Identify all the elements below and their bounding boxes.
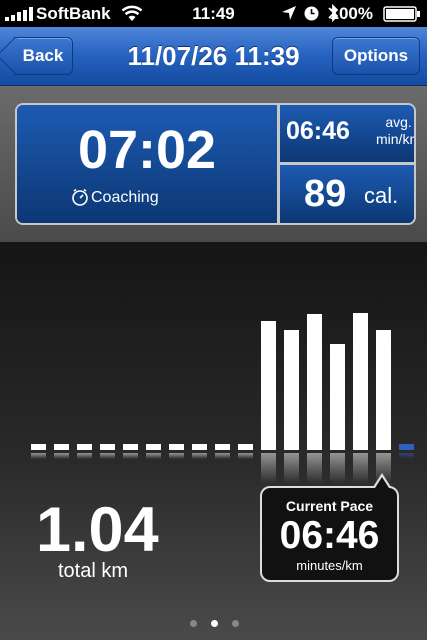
pace-bar — [123, 444, 138, 450]
pace-bar — [376, 330, 391, 450]
pace-bar — [146, 444, 161, 450]
pace-bar — [399, 444, 414, 450]
pace-bar-reflection — [146, 453, 161, 459]
calories-cell: 89 cal. — [280, 165, 414, 223]
duration-value: 07:02 — [77, 120, 217, 180]
options-button[interactable]: Options — [332, 37, 420, 75]
avg-pace-cell: 06:46 avg. min/km — [280, 105, 414, 162]
pace-bar — [54, 444, 69, 450]
pace-bar — [307, 314, 322, 450]
pace-bar — [169, 444, 184, 450]
avg-pace-value: 06:46 — [286, 117, 350, 145]
stopwatch-icon — [72, 188, 88, 206]
current-pace-bubble: Current Pace 06:46 minutes/km — [260, 473, 399, 582]
page-dot[interactable] — [190, 620, 197, 627]
summary-panel: 07:02 Coaching 06:46 avg. min/km 89 cal. — [15, 103, 416, 225]
pace-bar-reflection — [238, 453, 253, 459]
pace-bar-reflection — [192, 453, 207, 459]
navigation-bar: Back 11/07/26 11:39 Options — [0, 27, 427, 86]
page-indicator[interactable] — [190, 614, 253, 632]
pace-bar — [31, 444, 46, 450]
pace-bar — [238, 444, 253, 450]
pace-bar-reflection — [100, 453, 115, 459]
distance-value: 1.04 — [36, 495, 159, 565]
pace-bar — [77, 444, 92, 450]
pace-bar — [100, 444, 115, 450]
pace-bar — [284, 330, 299, 450]
battery-icon — [383, 6, 420, 22]
pace-bar-reflection — [123, 453, 138, 459]
pace-bar — [330, 344, 345, 450]
status-bar: SoftBank 11:49 100% — [0, 0, 427, 27]
page-dot[interactable] — [211, 620, 218, 627]
avg-pace-unit-line1: avg. — [385, 114, 412, 130]
pace-bar-reflection — [54, 453, 69, 459]
pace-bar — [353, 313, 368, 450]
back-button-label: Back — [22, 46, 64, 65]
location-arrow-icon — [282, 6, 296, 20]
pace-bar-reflection — [330, 453, 345, 483]
pace-bar-reflection — [261, 453, 276, 483]
avg-pace-unit: avg. min/km — [376, 114, 414, 148]
calories-value: 89 — [304, 173, 347, 215]
battery-percentage: 100% — [329, 4, 373, 23]
distance-label: total km — [58, 560, 129, 582]
panel-divider — [280, 162, 414, 165]
pace-bar-reflection — [77, 453, 92, 459]
pace-bar-reflection — [215, 453, 230, 459]
avg-pace-unit-line2: min/km — [376, 131, 414, 147]
pace-bar-reflection — [353, 453, 368, 483]
pace-bar-reflection — [307, 453, 322, 483]
current-pace-value: 06:46 — [279, 514, 380, 557]
duration-cell: 07:02 Coaching — [17, 105, 277, 223]
pace-bar-reflection — [169, 453, 184, 459]
calories-unit: cal. — [364, 183, 399, 208]
pace-bar-reflection — [31, 453, 46, 459]
current-pace-title: Current Pace — [285, 498, 374, 514]
pace-bar — [261, 321, 276, 450]
coaching-label: Coaching — [91, 189, 159, 206]
alarm-clock-icon — [304, 6, 319, 21]
page-dot[interactable] — [232, 620, 239, 627]
summary-area: 07:02 Coaching 06:46 avg. min/km 89 cal. — [0, 86, 427, 242]
pace-bar — [192, 444, 207, 450]
current-pace-unit: minutes/km — [296, 558, 363, 573]
pace-bar-reflection — [399, 453, 414, 459]
coaching-toggle[interactable]: Coaching — [72, 188, 159, 207]
pace-bar-reflection — [284, 453, 299, 483]
pace-bar — [215, 444, 230, 450]
